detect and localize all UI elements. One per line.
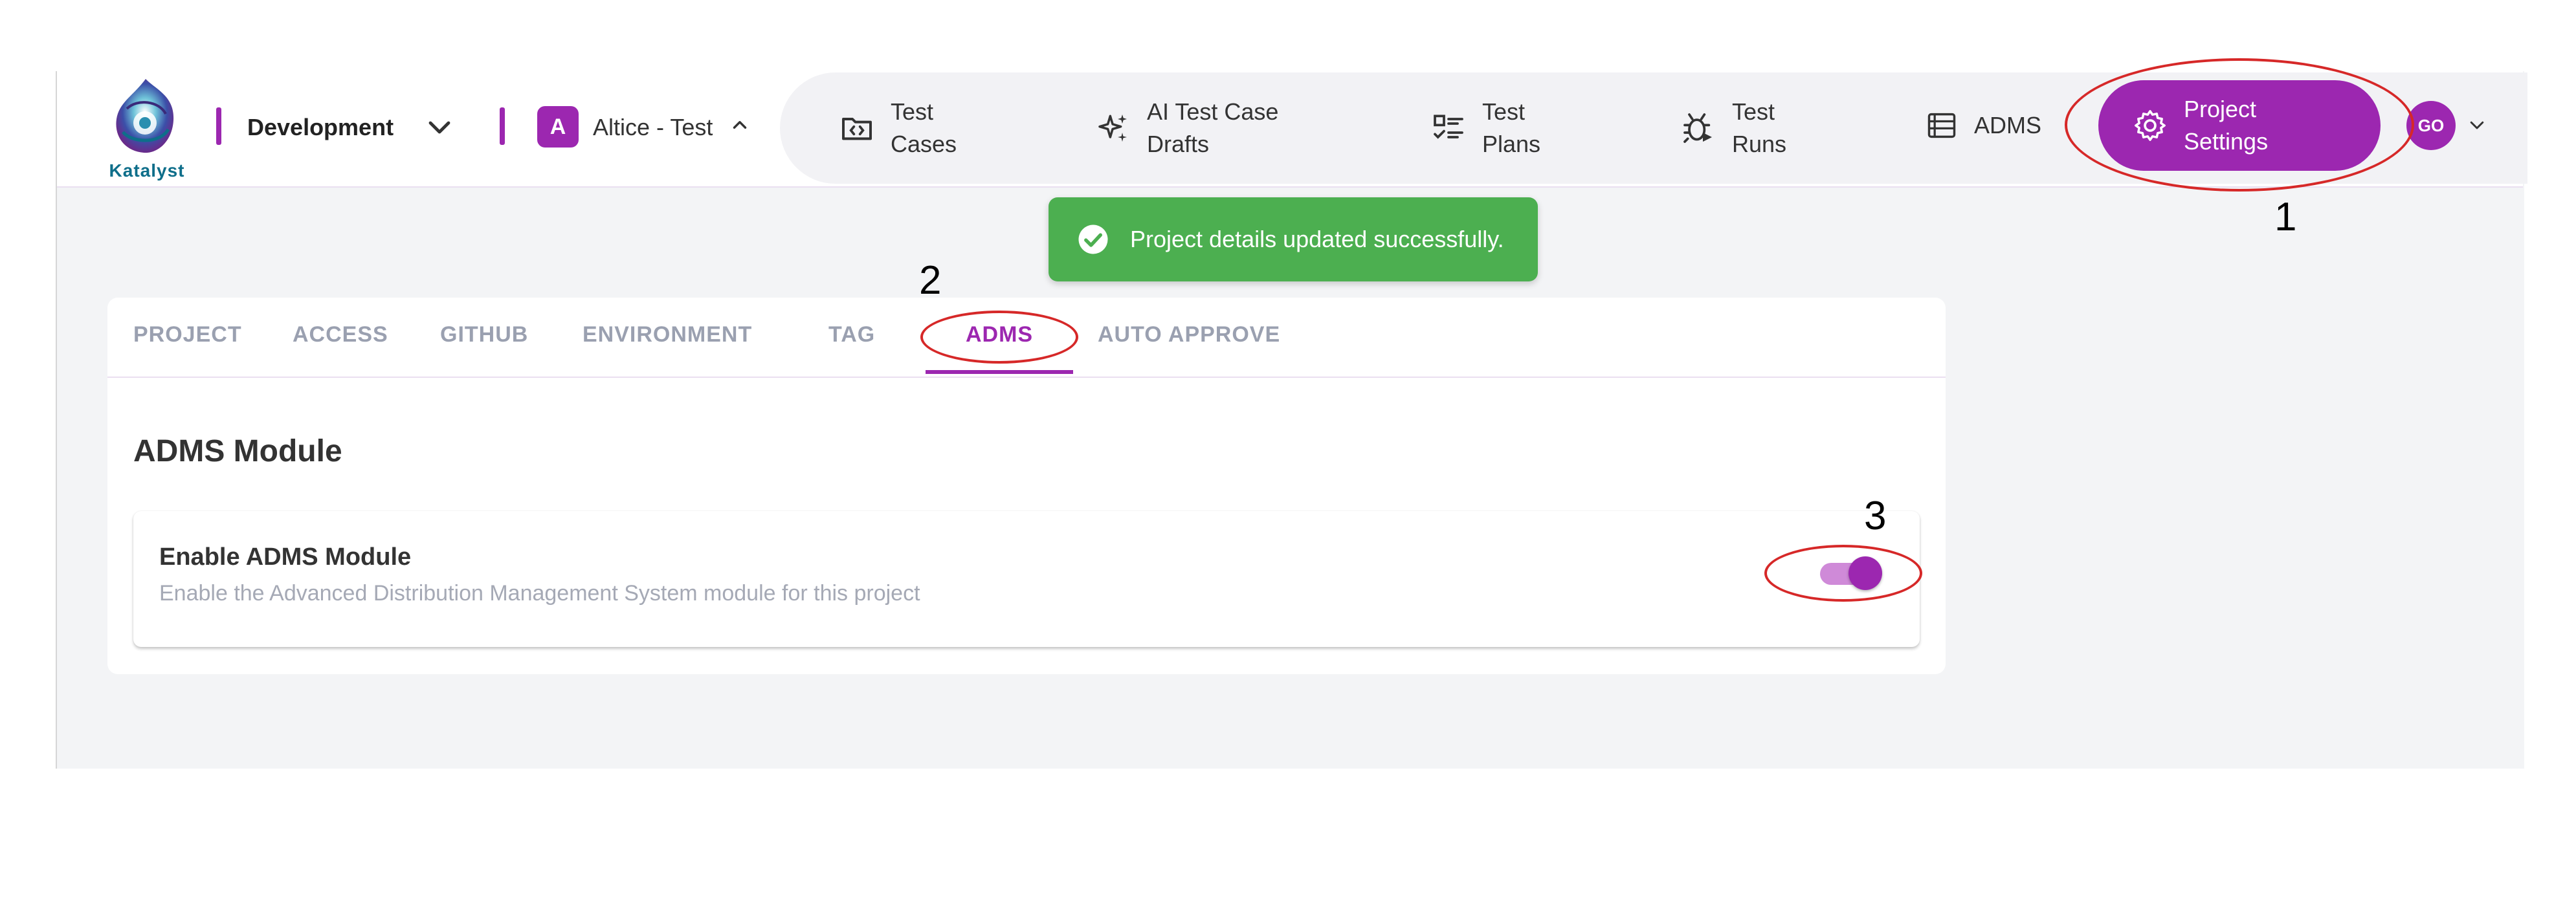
project-name[interactable]: Altice - Test [593,114,713,141]
section-title: ADMS Module [133,434,342,468]
nav-test-cases[interactable]: Test Cases [839,96,957,160]
nav-test-runs-line2: Runs [1732,131,1787,157]
nav-test-plans-line1: Test [1482,98,1526,125]
nav-ai-drafts-line2: Drafts [1147,131,1210,157]
annotation-ring-1 [2065,58,2414,192]
logo-text: Katalyst [109,160,185,181]
chevron-down-icon[interactable] [424,111,455,142]
chevron-up-icon[interactable] [729,114,751,136]
tab-tag[interactable]: TAG [828,322,875,347]
tab-environment[interactable]: ENVIRONMENT [583,322,752,347]
environment-divider [216,107,221,145]
checklist-icon [1434,115,1463,139]
setting-title: Enable ADMS Module [159,543,412,571]
bug-play-icon [1683,113,1712,143]
annotation-number-1: 1 [2274,195,2297,239]
tab-auto-approve[interactable]: AUTO APPROVE [1098,322,1280,347]
nav-ai-drafts-line1: AI Test Case [1147,98,1279,125]
sparkles-icon [1098,115,1127,142]
check-circle-icon [1078,224,1108,254]
annotation-ring-3 [1764,545,1922,602]
tab-project[interactable]: PROJECT [133,322,242,347]
setting-description: Enable the Advanced Distribution Managem… [159,581,920,606]
project-divider [500,107,505,145]
nav-test-runs-line1: Test [1732,98,1775,125]
nav-test-cases-line2: Cases [891,131,957,157]
project-avatar[interactable]: A [537,106,579,148]
tab-github[interactable]: GITHUB [440,322,528,347]
nav-test-plans[interactable]: Test Plans [1430,96,1540,160]
nav-adms-label: ADMS [1974,112,2042,138]
list-table-icon [1927,113,1956,138]
nav-test-runs[interactable]: Test Runs [1680,96,1786,160]
toast-message: Project details updated successfully. [1130,226,1504,252]
success-toast: Project details updated successfully. [1049,197,1538,281]
environment-label[interactable]: Development [247,114,394,141]
annotation-number-3: 3 [1864,494,1887,538]
folder-code-icon [842,118,872,140]
adms-setting-row [133,511,1920,647]
tab-access[interactable]: ACCESS [293,322,388,347]
active-tab-indicator [926,370,1073,374]
nav-test-cases-line1: Test [891,98,934,125]
annotation-number-2: 2 [919,258,942,303]
nav-test-plans-line2: Plans [1482,131,1541,157]
user-menu-chevron-icon[interactable] [2467,115,2487,135]
nav-adms[interactable]: ADMS [1925,109,2041,142]
annotation-ring-2 [920,311,1078,364]
nav-ai-test-case-drafts[interactable]: AI Test Case Drafts [1095,96,1278,160]
